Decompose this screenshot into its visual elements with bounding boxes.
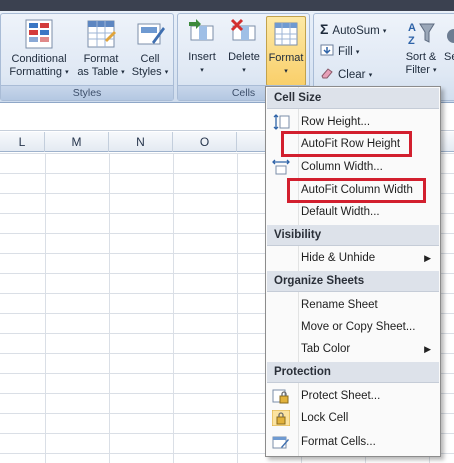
fill-label: Fill — [338, 46, 353, 58]
conditional-formatting-label-1: Conditional — [11, 53, 67, 65]
chevron-down-icon: ▾ — [382, 28, 387, 35]
column-width-label: Column Width... — [301, 161, 383, 173]
rename-sheet-label: Rename Sheet — [301, 299, 378, 311]
find-select-label-2: Se — [444, 51, 454, 63]
chevron-down-icon: ▾ — [284, 67, 288, 75]
protect-sheet-label: Protect Sheet... — [301, 390, 381, 402]
column-header-o[interactable]: O — [173, 132, 237, 152]
format-cells-label: Format Cells... — [301, 436, 376, 448]
fill-button[interactable]: Fill ▾ — [320, 43, 359, 61]
clear-label: Clear — [338, 69, 366, 81]
chevron-down-icon: ▾ — [368, 72, 373, 79]
autosum-label: AutoSum — [332, 25, 380, 37]
autosum-button[interactable]: Σ AutoSum ▾ — [320, 20, 386, 38]
clear-button[interactable]: Clear ▾ — [320, 66, 372, 84]
format-as-table-icon — [87, 20, 116, 48]
chevron-down-icon: ▾ — [164, 68, 169, 76]
delete-label: Delete — [228, 51, 260, 63]
column-header-n[interactable]: N — [109, 132, 173, 152]
sort-filter-label-1: Sort & — [405, 51, 437, 63]
format-dropdown-menu: Cell Size Row Height... AutoFit Row Heig… — [265, 86, 441, 457]
column-width-icon — [272, 159, 290, 175]
conditional-formatting-label-2: Formatting — [9, 65, 62, 78]
conditional-formatting-icon — [25, 19, 53, 49]
protect-sheet-icon — [272, 389, 289, 404]
tab-color-label: Tab Color — [301, 343, 351, 355]
protect-sheet-item[interactable]: Protect Sheet... — [267, 385, 439, 407]
conditional-formatting-button[interactable]: Conditional Formatting ▾ — [7, 18, 71, 79]
insert-cells-icon — [189, 19, 214, 41]
cell-styles-button[interactable]: Cell Styles ▾ — [129, 18, 171, 79]
autofit-row-height-highlight — [281, 131, 412, 157]
row-height-item[interactable]: Row Height... — [267, 111, 439, 133]
hide-unhide-item[interactable]: Hide & Unhide ▶ — [267, 247, 439, 269]
delete-cells-icon — [230, 18, 256, 41]
tab-color-item[interactable]: Tab Color ▶ — [267, 338, 439, 360]
default-width-label: Default Width... — [301, 206, 380, 218]
svg-text:Z: Z — [408, 35, 415, 47]
cell-size-header: Cell Size — [267, 88, 439, 109]
column-header-l[interactable]: L — [0, 132, 45, 152]
sigma-icon: Σ — [320, 21, 329, 37]
column-header-m[interactable]: M — [45, 132, 109, 152]
sort-filter-icon: A Z — [408, 22, 435, 47]
submenu-arrow-icon: ▶ — [424, 344, 431, 354]
chevron-down-icon: ▾ — [200, 66, 204, 74]
chevron-down-icon: ▾ — [242, 66, 246, 74]
default-width-item[interactable]: Default Width... — [267, 201, 439, 223]
rename-sheet-item[interactable]: Rename Sheet — [267, 294, 439, 316]
format-cells-dialog-icon — [272, 436, 289, 449]
autofit-column-width-highlight — [287, 178, 426, 203]
eraser-icon — [321, 68, 333, 79]
cell-styles-icon — [137, 23, 165, 45]
fill-down-icon — [320, 44, 334, 56]
styles-group-label: Styles — [1, 85, 173, 100]
chevron-down-icon: ▾ — [65, 68, 69, 76]
sort-filter-label-2: Filter — [405, 63, 430, 76]
visibility-header: Visibility — [267, 225, 439, 246]
organize-sheets-header: Organize Sheets — [267, 271, 439, 292]
column-width-item[interactable]: Column Width... — [267, 156, 439, 178]
submenu-arrow-icon: ▶ — [424, 253, 431, 263]
cell-styles-label-1: Cell — [140, 53, 160, 65]
format-cells-item[interactable]: Format Cells... — [267, 431, 439, 453]
cell-styles-label-2: Styles — [131, 65, 162, 78]
lock-icon — [272, 410, 290, 426]
format-button[interactable]: Format ▾ — [266, 16, 306, 86]
svg-text:A: A — [408, 22, 416, 34]
move-copy-sheet-item[interactable]: Move or Copy Sheet... — [267, 316, 439, 338]
sort-filter-button[interactable]: A Z Sort & Filter ▾ — [400, 18, 442, 77]
chevron-down-icon: ▾ — [355, 49, 360, 56]
delete-button[interactable]: Delete ▾ — [224, 18, 264, 77]
format-label: Format — [268, 52, 304, 64]
lock-cell-label: Lock Cell — [301, 412, 349, 424]
binoculars-icon — [447, 29, 454, 43]
protection-header: Protection — [267, 362, 439, 383]
row-height-icon — [273, 114, 290, 130]
move-copy-sheet-label: Move or Copy Sheet... — [301, 321, 416, 333]
hide-unhide-label: Hide & Unhide — [301, 252, 376, 264]
format-as-table-button[interactable]: Format as Table ▾ — [75, 18, 127, 79]
chevron-down-icon: ▾ — [433, 66, 437, 74]
format-as-table-label-2: as Table — [77, 65, 119, 78]
chevron-down-icon: ▾ — [121, 68, 125, 76]
format-cells-icon — [274, 22, 298, 46]
styles-group: Conditional Formatting ▾ Format as Table… — [0, 13, 174, 101]
row-height-label: Row Height... — [301, 116, 371, 128]
insert-button[interactable]: Insert ▾ — [182, 18, 222, 77]
title-bar-strip — [0, 0, 454, 11]
lock-cell-item[interactable]: Lock Cell — [267, 407, 439, 429]
format-as-table-label-1: Format — [83, 53, 119, 65]
find-select-button[interactable]: Se — [444, 18, 454, 64]
insert-label: Insert — [188, 51, 216, 63]
